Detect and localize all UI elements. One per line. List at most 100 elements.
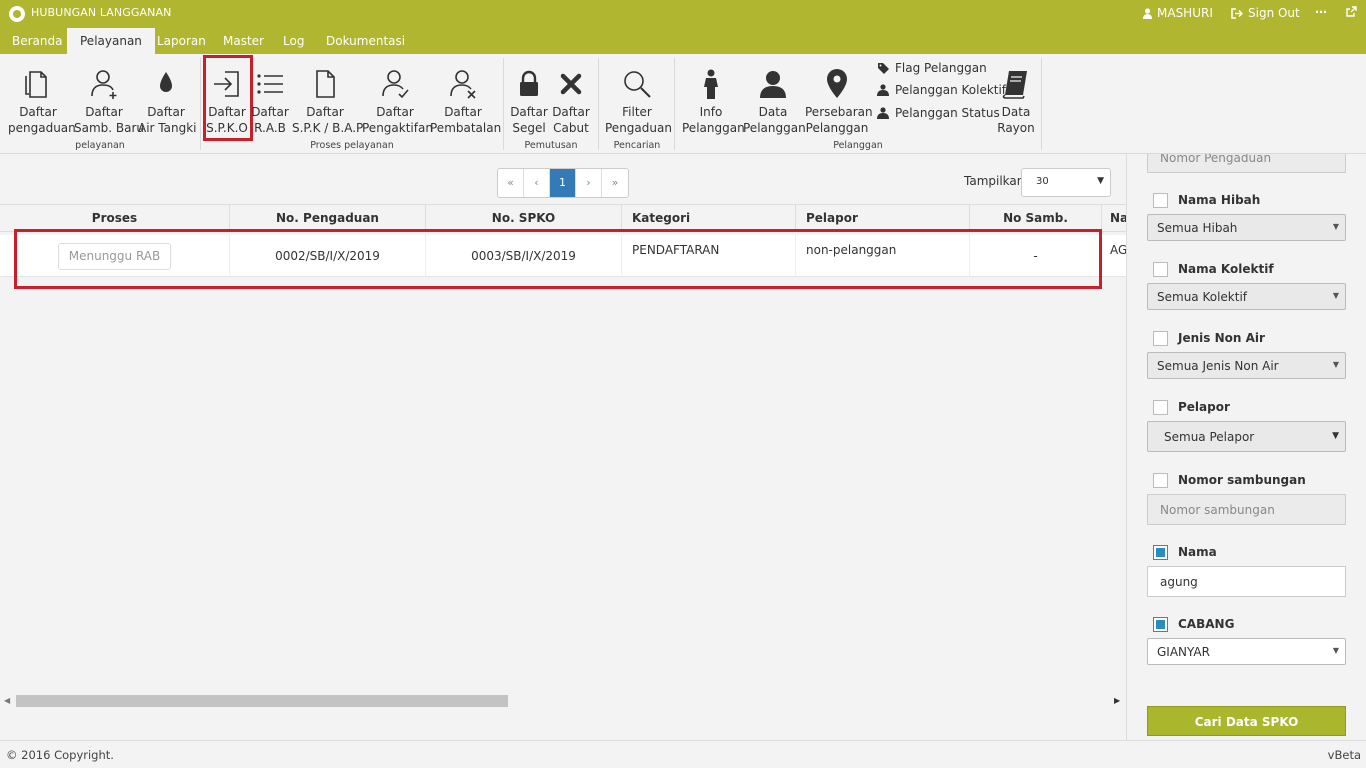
horizontal-scrollbar[interactable]: ◀ ▶ [0, 694, 1126, 708]
daftar-pembatalan-button[interactable]: Daftar Pembatalan [430, 68, 502, 136]
daftar-pengaduan-button[interactable]: Daftar pengaduan [8, 68, 76, 136]
show-count-label: Tampilkan [964, 174, 1025, 188]
page-1-button[interactable]: 1 [550, 169, 576, 197]
nomor-sambungan-input[interactable]: Nomor sambungan [1147, 494, 1346, 525]
tab-log[interactable]: Log [283, 28, 304, 54]
button-label: Pelanggan [743, 121, 806, 135]
daftar-spk-bap-button[interactable]: Daftar S.P.K / B.A.P [292, 68, 363, 136]
button-label: Pembatalan [430, 121, 502, 135]
button-label: Daftar [85, 105, 123, 119]
lock-icon [520, 70, 538, 96]
kolektif-label: Nama Kolektif [1178, 262, 1274, 276]
nama-checkbox[interactable] [1153, 545, 1168, 560]
user-remove-icon [450, 70, 476, 99]
daftar-samb-baru-button[interactable]: Daftar Samb. Baru [74, 68, 144, 136]
cabang-checkbox[interactable] [1153, 617, 1168, 632]
more-icon[interactable]: ⋯ [1315, 5, 1327, 19]
column-header-nama[interactable]: Na [1102, 205, 1126, 232]
button-label: Pelanggan [805, 121, 869, 135]
daftar-rab-button[interactable]: Daftar R.A.B [251, 68, 289, 136]
user-group-icon [877, 84, 889, 96]
user-name: MASHURI [1157, 6, 1213, 20]
nama-input[interactable]: agung [1147, 566, 1346, 597]
sambungan-checkbox[interactable] [1153, 473, 1168, 488]
tab-beranda[interactable]: Beranda [12, 28, 62, 54]
non-air-select[interactable]: Semua Jenis Non Air ▼ [1147, 352, 1346, 379]
last-page-button[interactable]: » [602, 169, 628, 197]
column-header-pelapor[interactable]: Pelapor [796, 205, 970, 232]
pelanggan-status-button[interactable]: Pelanggan Status [877, 106, 1000, 120]
info-pelanggan-button[interactable]: Info Pelanggan [682, 68, 745, 136]
persebaran-pelanggan-button[interactable]: Persebaran Pelanggan [805, 68, 873, 136]
pelapor-select[interactable]: Semua Pelapor ▼ [1147, 421, 1346, 452]
document-icon [316, 70, 335, 98]
show-count-select[interactable]: 30 ▼ [1021, 168, 1111, 197]
map-marker-icon [827, 69, 847, 98]
button-label: R.A.B [254, 121, 286, 135]
hibah-value: Semua Hibah [1157, 221, 1238, 235]
search-icon [624, 71, 651, 98]
button-label: Daftar [251, 105, 289, 119]
data-rayon-button[interactable]: Data Rayon [996, 68, 1036, 136]
scroll-left-icon[interactable]: ◀ [4, 696, 10, 705]
cabang-label: CABANG [1178, 617, 1235, 631]
daftar-pengaktifan-button[interactable]: Daftar Pengaktifan [362, 68, 433, 136]
first-page-button[interactable]: « [498, 169, 524, 197]
column-header-no-pengaduan[interactable]: No. Pengaduan [230, 205, 426, 232]
sign-out-button[interactable]: Sign Out [1231, 6, 1300, 20]
caret-down-icon: ▼ [1097, 176, 1104, 186]
nama-label: Nama [1178, 545, 1217, 559]
user-menu[interactable]: MASHURI [1143, 6, 1213, 20]
ribbon-separator [674, 58, 675, 150]
kolektif-checkbox[interactable] [1153, 262, 1168, 277]
tab-pelayanan[interactable]: Pelayanan [67, 28, 155, 54]
cari-data-spko-button[interactable]: Cari Data SPKO [1147, 706, 1346, 736]
daftar-cabut-button[interactable]: Daftar Cabut [551, 68, 591, 136]
flag-pelanggan-button[interactable]: Flag Pelanggan [877, 61, 987, 75]
tab-laporan[interactable]: Laporan [157, 28, 206, 54]
caret-down-icon: ▼ [1332, 360, 1339, 369]
button-label: Pengaktifan [362, 121, 433, 135]
daftar-air-tangki-button[interactable]: Daftar Air Tangki [138, 68, 197, 136]
group-label-pemutusan: Pemutusan [524, 140, 578, 151]
non-air-checkbox[interactable] [1153, 331, 1168, 346]
scrollbar-thumb[interactable] [16, 695, 508, 707]
row-highlight-box [14, 229, 1102, 289]
prev-page-button[interactable]: ‹ [524, 169, 550, 197]
cabang-select[interactable]: GIANYAR ▼ [1147, 638, 1346, 665]
data-pelanggan-button[interactable]: Data Pelanggan [743, 68, 806, 136]
button-label: Daftar [552, 105, 590, 119]
caret-down-icon: ▼ [1332, 222, 1339, 231]
filter-pengaduan-button[interactable]: Filter Pengaduan [605, 68, 672, 136]
pelapor-label: Pelapor [1178, 400, 1230, 414]
kolektif-select[interactable]: Semua Kolektif ▼ [1147, 283, 1346, 310]
scroll-right-icon[interactable]: ▶ [1114, 696, 1120, 705]
tab-master[interactable]: Master [223, 28, 264, 54]
button-label: Rayon [997, 121, 1035, 135]
column-header-no-spko[interactable]: No. SPKO [426, 205, 622, 232]
pelanggan-kolektif-button[interactable]: Pelanggan Kolektif [877, 83, 1006, 97]
nomor-pengaduan-input[interactable]: Nomor Pengaduan [1147, 154, 1346, 173]
button-label: Daftar [19, 105, 57, 119]
column-header-proses[interactable]: Proses [0, 205, 230, 232]
user-check-icon [382, 70, 409, 99]
button-label: Data [1001, 105, 1031, 119]
column-header-kategori[interactable]: Kategori [622, 205, 796, 232]
hibah-checkbox[interactable] [1153, 193, 1168, 208]
flag-pelanggan-label: Flag Pelanggan [895, 61, 987, 75]
top-bar: HUBUNGAN LANGGANAN MASHURI Sign Out ⋯ [0, 0, 1366, 28]
pelanggan-kolektif-label: Pelanggan Kolektif [895, 83, 1007, 97]
external-link-icon[interactable] [1346, 6, 1357, 20]
ribbon-separator [598, 58, 599, 150]
pelapor-checkbox[interactable] [1153, 400, 1168, 415]
tab-dokumentasi[interactable]: Dokumentasi [326, 28, 405, 54]
user-status-icon [877, 107, 889, 119]
daftar-segel-button[interactable]: Daftar Segel [509, 68, 549, 136]
group-label-pelanggan: Pelanggan [833, 140, 883, 151]
app-logo-icon [9, 6, 25, 22]
next-page-button[interactable]: › [576, 169, 602, 197]
hibah-select[interactable]: Semua Hibah ▼ [1147, 214, 1346, 241]
button-label: Info [699, 105, 723, 119]
column-header-no-samb[interactable]: No Samb. [970, 205, 1102, 232]
group-label-proses-pelayanan: Proses pelayanan [310, 140, 394, 151]
